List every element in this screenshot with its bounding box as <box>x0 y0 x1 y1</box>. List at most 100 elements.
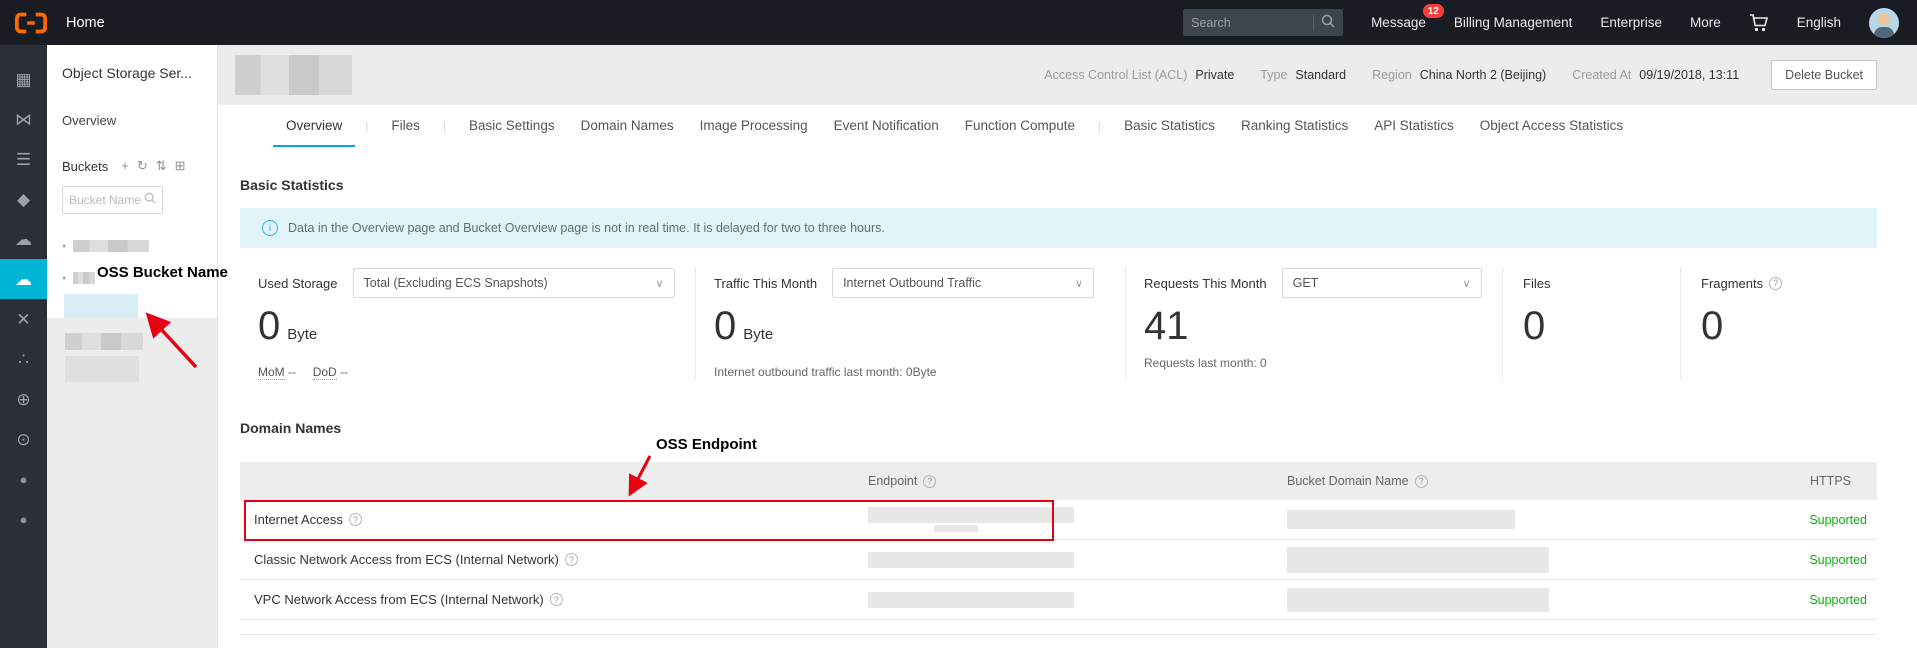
tab-image-processing[interactable]: Image Processing <box>687 105 821 147</box>
rail-item-oss-active[interactable]: ☁ <box>0 259 47 299</box>
files-label: Files <box>1523 276 1550 291</box>
created-label: Created At <box>1572 68 1631 82</box>
tools-icon: ✕ <box>16 311 30 328</box>
redacted-bucket-title <box>235 55 352 95</box>
bucket-tabs: Overview Files Basic Settings Domain Nam… <box>218 105 1917 147</box>
used-storage-unit: Byte <box>287 313 317 357</box>
global-search-input[interactable] <box>1191 16 1309 30</box>
overview-content: Basic Statistics i Data in the Overview … <box>218 177 1917 635</box>
delay-notice-text: Data in the Overview page and Bucket Ove… <box>288 221 885 235</box>
storage-cloud-icon: ☁ <box>15 231 32 248</box>
classic-network-help-icon[interactable]: ? <box>565 553 578 566</box>
security-icon: ◆ <box>17 191 30 208</box>
nav-message[interactable]: Message 12 <box>1371 15 1426 30</box>
rail-item-security[interactable]: ◆ <box>0 179 47 219</box>
buckets-header: Buckets + ↻ ⇅ ⊞ <box>62 158 217 174</box>
tab-basic-statistics[interactable]: Basic Statistics <box>1111 105 1228 147</box>
bucket-header: Access Control List (ACL)Private TypeSta… <box>218 45 1917 105</box>
nav-language[interactable]: English <box>1797 15 1841 30</box>
bucket-search-box[interactable] <box>62 186 163 214</box>
tab-domain-names[interactable]: Domain Names <box>568 105 687 147</box>
cart-icon[interactable] <box>1749 14 1769 32</box>
bucket-domain-help-icon[interactable]: ? <box>1415 475 1428 488</box>
fragments-help-icon[interactable]: ? <box>1769 277 1782 290</box>
rail-item-server[interactable]: ☰ <box>0 139 47 179</box>
mom-label[interactable]: MoM <box>258 365 285 380</box>
bucket-list-item[interactable]: ● <box>62 238 217 254</box>
fragments-card: Fragments ? 0 <box>1680 268 1917 380</box>
rail-item-misc1[interactable]: ● <box>0 459 47 499</box>
fragments-value: 0 <box>1701 304 1723 348</box>
rail-item-misc2[interactable]: ● <box>0 499 47 539</box>
files-card: Files 0 <box>1502 268 1680 380</box>
domain-names-heading: Domain Names <box>240 420 1917 436</box>
rail-item-apps[interactable]: ▦ <box>0 59 47 99</box>
tab-files[interactable]: Files <box>378 105 433 147</box>
server-icon: ☰ <box>16 151 31 168</box>
message-count-badge: 12 <box>1423 4 1444 18</box>
https-col-label: HTTPS <box>1810 474 1851 488</box>
bucket-search-icon[interactable] <box>144 191 156 209</box>
tab-api-statistics[interactable]: API Statistics <box>1361 105 1467 147</box>
tab-event-notification[interactable]: Event Notification <box>821 105 952 147</box>
traffic-card: Traffic This Month Internet Outbound Tra… <box>695 268 1125 380</box>
bucket-search-input[interactable] <box>69 193 144 207</box>
requests-dropdown[interactable]: GET ∨ <box>1282 268 1482 298</box>
vpc-network-help-icon[interactable]: ? <box>550 593 563 606</box>
endpoint-col-label: Endpoint <box>868 474 917 488</box>
rail-item-nodes[interactable]: ∴ <box>0 339 47 379</box>
delete-bucket-button[interactable]: Delete Bucket <box>1771 60 1877 90</box>
rail-item-cdn[interactable]: ⊙ <box>0 419 47 459</box>
redacted-endpoint <box>868 592 1074 608</box>
header-bucket-domain: Bucket Domain Name ? <box>1270 474 1730 488</box>
traffic-dropdown[interactable]: Internet Outbound Traffic ∨ <box>832 268 1094 298</box>
tab-object-access-statistics[interactable]: Object Access Statistics <box>1467 105 1636 147</box>
grid-view-icon[interactable]: ⊞ <box>175 158 186 174</box>
cdn-icon: ⊙ <box>16 431 30 448</box>
rail-item-network[interactable]: ⋈ <box>0 99 47 139</box>
avatar[interactable] <box>1869 8 1899 38</box>
used-storage-dropdown-value: Total (Excluding ECS Snapshots) <box>364 276 548 290</box>
global-search-box[interactable] <box>1183 9 1343 36</box>
requests-value-row: 41 <box>1144 304 1502 348</box>
stats-row: Used Storage Total (Excluding ECS Snapsh… <box>240 268 1917 380</box>
highlight-box-internet-access <box>244 500 1054 541</box>
add-bucket-icon[interactable]: + <box>121 158 129 174</box>
acl-label: Access Control List (ACL) <box>1044 68 1187 82</box>
refresh-icon[interactable]: ↻ <box>137 158 148 174</box>
nav-billing[interactable]: Billing Management <box>1454 15 1573 30</box>
endpoint-help-icon[interactable]: ? <box>923 475 936 488</box>
requests-value: 41 <box>1144 304 1189 348</box>
rail-item-storage[interactable]: ☁ <box>0 219 47 259</box>
nav-enterprise[interactable]: Enterprise <box>1600 15 1662 30</box>
type-field: TypeStandard <box>1260 68 1346 82</box>
nav-more[interactable]: More <box>1690 15 1721 30</box>
basic-statistics-heading: Basic Statistics <box>240 177 1917 193</box>
alibaba-cloud-logo-icon[interactable] <box>14 11 48 35</box>
tab-basic-settings[interactable]: Basic Settings <box>456 105 568 147</box>
bucket-list-item-selected[interactable] <box>64 294 138 320</box>
traffic-footnote: Internet outbound traffic last month: 0B… <box>714 365 1125 379</box>
main-content: Access Control List (ACL)Private TypeSta… <box>218 45 1917 648</box>
dod-label[interactable]: DoD <box>313 365 337 380</box>
used-storage-card: Used Storage Total (Excluding ECS Snapsh… <box>240 268 695 380</box>
section-divider <box>240 634 1877 635</box>
used-storage-dropdown[interactable]: Total (Excluding ECS Snapshots) ∨ <box>353 268 675 298</box>
chevron-down-icon: ∨ <box>1463 277 1471 290</box>
rail-item-tools[interactable]: ✕ <box>0 299 47 339</box>
rail-item-globe[interactable]: ⊕ <box>0 379 47 419</box>
created-field: Created At09/19/2018, 13:11 <box>1572 68 1739 82</box>
dot-icon: ● <box>20 473 28 486</box>
requests-footnote: Requests last month: 0 <box>1144 356 1502 370</box>
home-link[interactable]: Home <box>66 15 105 31</box>
sort-icon[interactable]: ⇅ <box>156 158 167 174</box>
tab-function-compute[interactable]: Function Compute <box>952 105 1088 147</box>
sidebar-item-overview[interactable]: Overview <box>62 113 217 128</box>
requests-label: Requests This Month <box>1144 276 1267 291</box>
traffic-label: Traffic This Month <box>714 276 817 291</box>
tab-ranking-statistics[interactable]: Ranking Statistics <box>1228 105 1361 147</box>
tab-overview[interactable]: Overview <box>273 105 355 147</box>
https-status: Supported <box>1809 513 1867 527</box>
bucket-meta: Access Control List (ACL)Private TypeSta… <box>1044 60 1917 90</box>
search-icon[interactable] <box>1321 14 1335 31</box>
